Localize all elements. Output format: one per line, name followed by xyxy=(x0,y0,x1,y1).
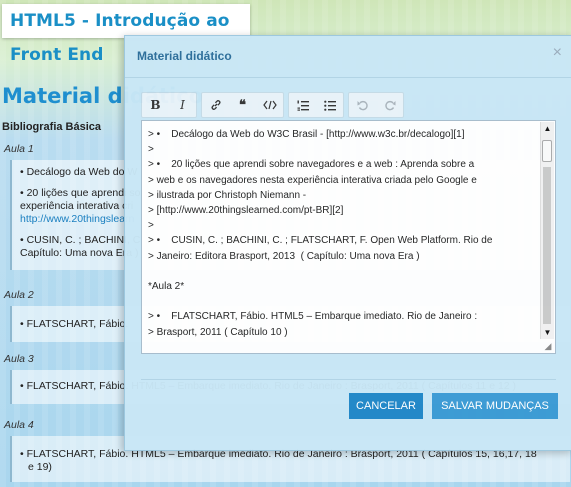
aula-label: Aula 1 xyxy=(4,143,34,155)
resize-handle-icon[interactable]: ◢ xyxy=(542,340,554,352)
toolbar-group-insert: ❝ xyxy=(201,92,284,118)
save-changes-button[interactable]: SALVAR MUDANÇAS xyxy=(432,393,558,419)
toolbar-group-format: B I xyxy=(141,92,197,118)
aula-label: Aula 3 xyxy=(4,353,34,365)
link-icon[interactable] xyxy=(202,93,229,117)
editor-toolbar: B I ❝ xyxy=(141,92,404,118)
quote-button[interactable]: ❝ xyxy=(229,93,256,117)
modal-title: Material didático xyxy=(137,49,232,63)
redo-icon[interactable] xyxy=(376,93,403,117)
bold-button[interactable]: B xyxy=(142,93,169,117)
toolbar-group-lists xyxy=(288,92,344,118)
aula-label: Aula 4 xyxy=(4,419,34,431)
divider xyxy=(141,379,556,380)
scroll-down-icon[interactable]: ▼ xyxy=(541,326,554,339)
markdown-editor[interactable]: > • Decálogo da Web do W3C Brasil - [htt… xyxy=(141,120,556,354)
divider xyxy=(125,77,571,78)
scroll-up-icon[interactable]: ▲ xyxy=(541,122,554,135)
bibliography-label: Bibliografia Básica xyxy=(2,121,102,133)
code-icon[interactable] xyxy=(256,93,283,117)
cancel-button[interactable]: CANCELAR xyxy=(349,393,423,419)
course-title: HTML5 - Introdução ao Front End xyxy=(2,4,250,65)
scroll-track[interactable] xyxy=(543,167,551,324)
italic-button[interactable]: I xyxy=(169,93,196,117)
scroll-thumb[interactable] xyxy=(542,140,552,162)
editor-text[interactable]: > • Decálogo da Web do W3C Brasil - [htt… xyxy=(148,127,537,340)
toolbar-group-history xyxy=(348,92,404,118)
material-modal: Material didático × B I ❝ > • Decálogo d… xyxy=(124,35,571,451)
aula-label: Aula 2 xyxy=(4,289,34,301)
undo-icon[interactable] xyxy=(349,93,376,117)
editor-scrollbar[interactable]: ▲ ▼ xyxy=(540,122,554,339)
close-icon[interactable]: × xyxy=(553,44,562,62)
ordered-list-icon[interactable] xyxy=(289,93,316,117)
bullet-list-icon[interactable] xyxy=(316,93,343,117)
bib-item: e 19) xyxy=(28,461,52,473)
